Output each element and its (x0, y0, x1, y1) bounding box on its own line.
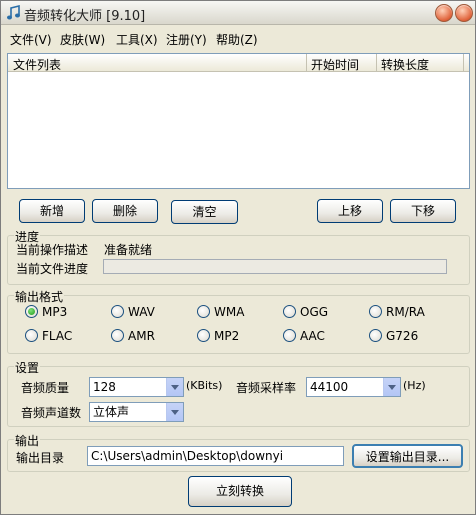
chevron-down-icon[interactable] (166, 378, 183, 396)
output-group-label: 输出 (14, 432, 41, 449)
audio-quality-select[interactable]: 128 (89, 377, 184, 397)
channels-value: 立体声 (93, 405, 130, 419)
radio-rmra-label: RM/RA (386, 305, 425, 319)
menu-tools[interactable]: 工具(X) (116, 31, 158, 48)
clear-button[interactable]: 清空 (171, 200, 238, 224)
convert-now-button[interactable]: 立刻转换 (188, 476, 292, 507)
add-button[interactable]: 新增 (19, 199, 85, 223)
current-operation-label: 当前操作描述 (16, 243, 89, 257)
output-dir-label: 输出目录 (16, 451, 65, 465)
radio-wma-label: WMA (214, 305, 245, 319)
radio-mp3[interactable] (25, 305, 38, 318)
output-format-group: 输出格式 (7, 288, 470, 354)
radio-mp2-label: MP2 (214, 329, 240, 343)
radio-wav-label: WAV (128, 305, 155, 319)
audio-quality-label: 音频质量 (21, 381, 70, 395)
radio-ogg-label: OGG (300, 305, 329, 319)
chevron-down-icon[interactable] (383, 378, 400, 396)
column-start-time[interactable]: 开始时间 (311, 56, 359, 73)
delete-button[interactable]: 删除 (92, 199, 158, 223)
audio-quality-value: 128 (93, 380, 116, 394)
radio-wma[interactable] (197, 305, 210, 318)
radio-flac[interactable] (25, 329, 38, 342)
move-up-button[interactable]: 上移 (317, 199, 383, 223)
minimize-button[interactable] (435, 4, 453, 22)
channels-select[interactable]: 立体声 (89, 402, 184, 422)
app-window: 音频转化大师 [9.10] 文件(V) 皮肤(W) 工具(X) 注册(Y) 帮助… (0, 0, 476, 515)
column-convert-length[interactable]: 转换长度 (381, 56, 429, 73)
settings-group-label: 设置 (14, 359, 41, 376)
file-progress-label: 当前文件进度 (16, 262, 89, 276)
window-title: 音频转化大师 [9.10] (24, 9, 146, 24)
title-bar[interactable]: 音频转化大师 [9.10] (1, 1, 475, 25)
column-file-list[interactable]: 文件列表 (13, 56, 61, 73)
radio-flac-label: FLAC (42, 329, 73, 343)
menu-file[interactable]: 文件(V) (10, 31, 52, 48)
file-list-header: 文件列表 开始时间 转换长度 (8, 54, 469, 72)
radio-amr-label: AMR (128, 329, 155, 343)
current-operation-value: 准备就绪 (104, 243, 153, 257)
menu-bar: 文件(V) 皮肤(W) 工具(X) 注册(Y) 帮助(Z) (1, 27, 475, 49)
radio-rmra[interactable] (369, 305, 382, 318)
audio-quality-unit: (KBits) (186, 379, 223, 392)
radio-aac[interactable] (283, 329, 296, 342)
close-button[interactable] (455, 4, 473, 22)
output-format-group-label: 输出格式 (14, 288, 65, 305)
sample-rate-value: 44100 (310, 380, 349, 394)
radio-wav[interactable] (111, 305, 124, 318)
output-dir-field[interactable]: C:\Users\admin\Desktop\downyi (87, 446, 344, 466)
file-list[interactable]: 文件列表 开始时间 转换长度 (7, 53, 470, 189)
file-progress-bar (103, 259, 447, 274)
sample-rate-select[interactable]: 44100 (306, 377, 401, 397)
radio-mp2[interactable] (197, 329, 210, 342)
radio-g726-label: G726 (386, 329, 419, 343)
radio-g726[interactable] (369, 329, 382, 342)
menu-register[interactable]: 注册(Y) (166, 31, 207, 48)
channels-label: 音频声道数 (21, 406, 82, 420)
music-note-icon (7, 5, 20, 20)
menu-skin[interactable]: 皮肤(W) (60, 31, 105, 48)
radio-mp3-label: MP3 (42, 305, 68, 319)
menu-help[interactable]: 帮助(Z) (216, 31, 258, 48)
chevron-down-icon[interactable] (166, 403, 183, 421)
sample-rate-label: 音频采样率 (236, 381, 297, 395)
radio-ogg[interactable] (283, 305, 296, 318)
sample-rate-unit: (Hz) (403, 379, 426, 392)
radio-amr[interactable] (111, 329, 124, 342)
move-down-button[interactable]: 下移 (390, 199, 456, 223)
radio-aac-label: AAC (300, 329, 325, 343)
set-output-dir-button[interactable]: 设置输出目录... (352, 444, 463, 468)
